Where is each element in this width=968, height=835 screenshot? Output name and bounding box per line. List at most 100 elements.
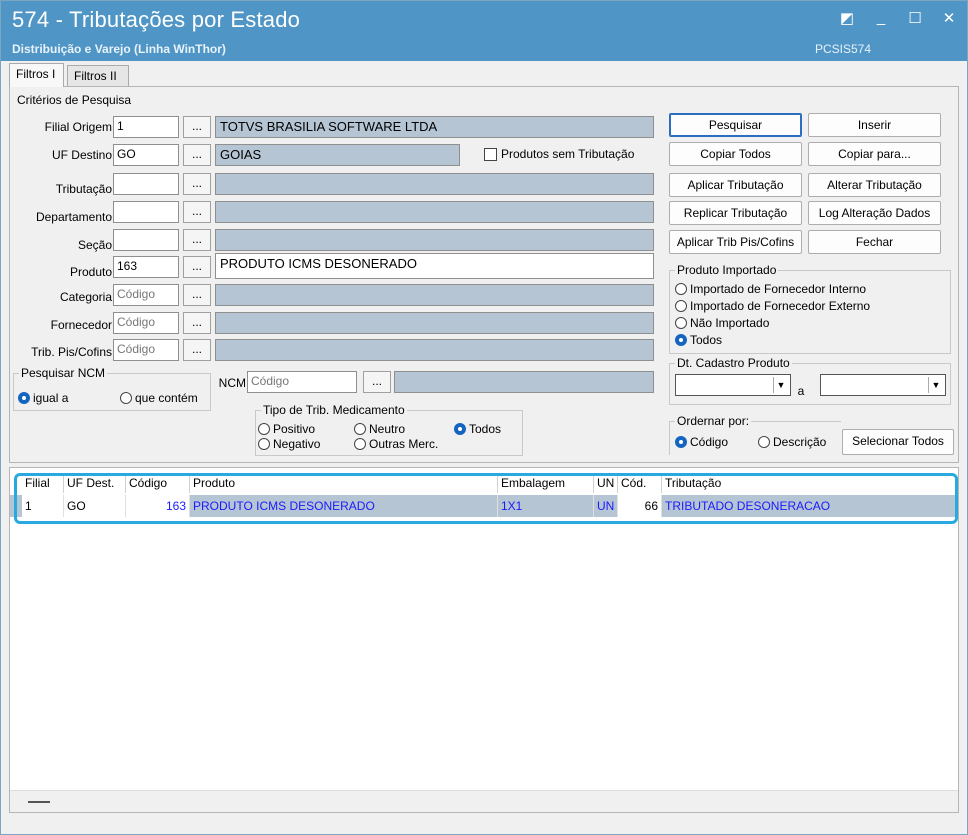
radio-unselected-icon[interactable] bbox=[675, 300, 687, 312]
med-outras-merc-radio[interactable]: Outras Merc. bbox=[354, 437, 438, 451]
replicar-tributacao-button[interactable]: Replicar Tributação bbox=[669, 201, 802, 225]
importado-todos-radio[interactable]: Todos bbox=[675, 333, 722, 347]
column-header-codigo[interactable]: Código bbox=[126, 474, 190, 493]
radio-unselected-icon[interactable] bbox=[258, 438, 270, 450]
trib-pis-cofins-lookup-button[interactable]: ... bbox=[183, 339, 211, 361]
produto-input[interactable]: 163 bbox=[113, 256, 179, 278]
tributacao-lookup-button[interactable]: ... bbox=[183, 173, 211, 195]
scrollbar-thumb[interactable] bbox=[28, 801, 50, 803]
cell-embalagem[interactable]: 1X1 bbox=[498, 495, 594, 517]
radio-unselected-icon[interactable] bbox=[354, 438, 366, 450]
dt-cadastro-to-select[interactable]: ▼ bbox=[820, 374, 946, 396]
ncm-igual-a-radio[interactable]: igual a bbox=[18, 391, 68, 405]
column-header-un[interactable]: UN bbox=[594, 474, 618, 493]
cell-uf-dest[interactable]: GO bbox=[64, 495, 126, 517]
close-icon[interactable]: ✕ bbox=[941, 9, 957, 27]
minimize-icon[interactable]: _ bbox=[873, 9, 889, 27]
ncm-lookup-button[interactable]: ... bbox=[363, 371, 391, 393]
title-bar[interactable]: 574 - Tributações por Estado Distribuiçã… bbox=[1, 1, 967, 61]
chevron-down-icon[interactable]: ▼ bbox=[773, 377, 788, 393]
ordenar-descricao-radio[interactable]: Descrição bbox=[758, 435, 826, 449]
importado-interno-radio[interactable]: Importado de Fornecedor Interno bbox=[675, 282, 866, 296]
copiar-todos-button[interactable]: Copiar Todos bbox=[669, 142, 802, 166]
tributacao-input[interactable] bbox=[113, 173, 179, 195]
copiar-para-button[interactable]: Copiar para... bbox=[808, 142, 941, 166]
produto-importado-group: Produto Importado Importado de Fornecedo… bbox=[669, 263, 951, 354]
med-negativo-label: Negativo bbox=[273, 437, 321, 451]
categoria-lookup-button[interactable]: ... bbox=[183, 284, 211, 306]
uf-destino-lookup-button[interactable]: ... bbox=[183, 144, 211, 166]
radio-unselected-icon[interactable] bbox=[675, 283, 687, 295]
column-header-embalagem[interactable]: Embalagem bbox=[498, 474, 594, 493]
fornecedor-label: Fornecedor bbox=[50, 318, 112, 332]
selecionar-todos-button[interactable]: Selecionar Todos bbox=[842, 429, 954, 455]
radio-selected-icon[interactable] bbox=[675, 436, 687, 448]
tipo-trib-medicamento-group: Tipo de Trib. Medicamento Positivo Neutr… bbox=[255, 403, 523, 456]
fornecedor-input[interactable]: Código bbox=[113, 312, 179, 334]
cell-produto[interactable]: PRODUTO ICMS DESONERADO bbox=[190, 495, 498, 517]
produtos-sem-tributacao-checkbox[interactable]: Produtos sem Tributação bbox=[484, 147, 634, 161]
aplicar-tributacao-button[interactable]: Aplicar Tributação bbox=[669, 173, 802, 197]
trib-pis-cofins-description bbox=[215, 339, 654, 361]
trib-pis-cofins-input[interactable]: Código bbox=[113, 339, 179, 361]
importado-todos-label: Todos bbox=[690, 333, 723, 347]
med-todos-radio[interactable]: Todos bbox=[454, 422, 501, 436]
log-alteracao-dados-button[interactable]: Log Alteração Dados bbox=[808, 201, 941, 225]
maximize-icon[interactable]: ☐ bbox=[907, 9, 923, 27]
window-controls: ◩ _ ☐ ✕ bbox=[839, 9, 957, 27]
tab-filtros-1[interactable]: Filtros I bbox=[9, 63, 64, 87]
cell-filial[interactable]: 1 bbox=[22, 495, 64, 517]
produto-lookup-button[interactable]: ... bbox=[183, 256, 211, 278]
secao-lookup-button[interactable]: ... bbox=[183, 229, 211, 251]
column-header-uf-dest[interactable]: UF Dest. bbox=[64, 474, 126, 493]
tab-filtros-2[interactable]: Filtros II bbox=[67, 65, 129, 87]
importado-externo-radio[interactable]: Importado de Fornecedor Externo bbox=[675, 299, 870, 313]
categoria-input[interactable]: Código bbox=[113, 284, 179, 306]
cell-cod[interactable]: 66 bbox=[618, 495, 662, 517]
restore-icon[interactable]: ◩ bbox=[839, 9, 855, 27]
cell-tributacao[interactable]: TRIBUTADO DESONERACAO bbox=[662, 495, 956, 517]
fechar-button[interactable]: Fechar bbox=[808, 230, 941, 254]
aplicar-trib-pis-cofins-button[interactable]: Aplicar Trib Pis/Cofins bbox=[669, 230, 802, 254]
ncm-que-contem-radio[interactable]: que contém bbox=[120, 391, 198, 405]
cell-codigo[interactable]: 163 bbox=[126, 495, 190, 517]
cell-un[interactable]: UN bbox=[594, 495, 618, 517]
dt-cadastro-from-select[interactable]: ▼ bbox=[675, 374, 791, 396]
departamento-input[interactable] bbox=[113, 201, 179, 223]
importado-interno-label: Importado de Fornecedor Interno bbox=[690, 282, 867, 296]
table-row[interactable]: 1 GO 163 PRODUTO ICMS DESONERADO 1X1 UN … bbox=[10, 495, 956, 517]
departamento-lookup-button[interactable]: ... bbox=[183, 201, 211, 223]
med-positivo-radio[interactable]: Positivo bbox=[258, 422, 315, 436]
radio-unselected-icon[interactable] bbox=[120, 392, 132, 404]
fornecedor-lookup-button[interactable]: ... bbox=[183, 312, 211, 334]
radio-unselected-icon[interactable] bbox=[258, 423, 270, 435]
chevron-down-icon[interactable]: ▼ bbox=[928, 377, 943, 393]
nao-importado-radio[interactable]: Não Importado bbox=[675, 316, 769, 330]
filial-origem-lookup-button[interactable]: ... bbox=[183, 116, 211, 138]
med-negativo-radio[interactable]: Negativo bbox=[258, 437, 320, 451]
radio-selected-icon[interactable] bbox=[18, 392, 30, 404]
uf-destino-input[interactable]: GO bbox=[113, 144, 179, 166]
radio-selected-icon[interactable] bbox=[675, 334, 687, 346]
tributacao-label: Tributação bbox=[55, 182, 112, 196]
radio-unselected-icon[interactable] bbox=[758, 436, 770, 448]
radio-unselected-icon[interactable] bbox=[675, 317, 687, 329]
checkbox-box[interactable] bbox=[484, 147, 497, 161]
column-header-produto[interactable]: Produto bbox=[190, 474, 498, 493]
column-header-cod[interactable]: Cód. bbox=[618, 474, 662, 493]
inserir-button[interactable]: Inserir bbox=[808, 113, 941, 137]
column-header-tributacao[interactable]: Tributação bbox=[662, 474, 956, 493]
secao-input[interactable] bbox=[113, 229, 179, 251]
produtos-sem-tributacao-label: Produtos sem Tributação bbox=[501, 147, 635, 161]
horizontal-scrollbar[interactable] bbox=[10, 790, 958, 812]
med-neutro-radio[interactable]: Neutro bbox=[354, 422, 405, 436]
ordenar-codigo-radio[interactable]: Código bbox=[675, 435, 728, 449]
filial-origem-input[interactable]: 1 bbox=[113, 116, 179, 138]
results-grid[interactable]: Filial UF Dest. Código Produto Embalagem… bbox=[9, 467, 959, 813]
alterar-tributacao-button[interactable]: Alterar Tributação bbox=[808, 173, 941, 197]
column-header-filial[interactable]: Filial bbox=[22, 474, 64, 493]
ncm-input[interactable]: Código bbox=[247, 371, 357, 393]
pesquisar-button[interactable]: Pesquisar bbox=[669, 113, 802, 137]
radio-unselected-icon[interactable] bbox=[354, 423, 366, 435]
radio-selected-icon[interactable] bbox=[454, 423, 466, 435]
